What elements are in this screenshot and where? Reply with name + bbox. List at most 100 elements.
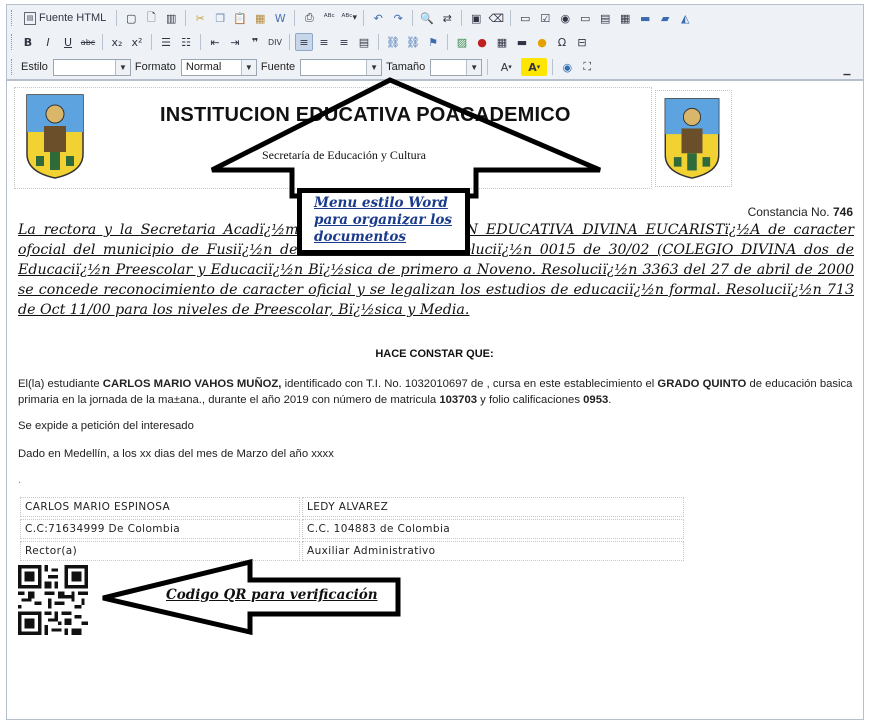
source-html-button[interactable]: ▤ Fuente HTML: [19, 9, 111, 27]
menu-note-text: Menu estilo Word para organizar los docu…: [314, 195, 452, 245]
paste-word-icon[interactable]: W: [271, 9, 289, 27]
templates-icon[interactable]: ▥: [162, 9, 180, 27]
div-icon[interactable]: DIV: [266, 33, 284, 51]
style-select[interactable]: ▼: [52, 58, 131, 76]
source-icon: ▤: [24, 11, 36, 25]
toolbar-collapse-icon[interactable]: ▁: [841, 65, 853, 79]
link-icon[interactable]: ⛓: [384, 33, 402, 51]
toolbar-grip[interactable]: [11, 34, 15, 50]
table-row: Rector(a) Auxiliar Administrativo: [20, 541, 684, 561]
table-cell: C.C:71634999 De Colombia: [20, 519, 300, 539]
anchor-icon[interactable]: ⚑: [424, 33, 442, 51]
button-icon[interactable]: ▬: [636, 9, 654, 27]
table-cell: CARLOS MARIO ESPINOSA: [20, 497, 300, 517]
toolbar-separator: [378, 34, 379, 50]
cut-icon[interactable]: ✂: [191, 9, 209, 27]
strike-icon[interactable]: abc: [79, 33, 97, 51]
document-header: [14, 87, 652, 189]
new-page-icon[interactable]: ▢: [122, 9, 140, 27]
text-color-icon[interactable]: A ▾: [493, 58, 519, 76]
copy-icon[interactable]: ❐: [211, 9, 229, 27]
toolbar-separator: [510, 10, 512, 26]
redo-icon[interactable]: ↷: [389, 9, 407, 27]
certifies-heading: HACE CONSTAR QUE:: [375, 348, 494, 360]
blockquote-icon[interactable]: ❞: [246, 33, 264, 51]
justify-icon[interactable]: ▤: [355, 33, 373, 51]
toolbar-grip[interactable]: [11, 59, 15, 75]
select-all-icon[interactable]: ▣: [467, 9, 485, 27]
maximize-icon[interactable]: ◉: [558, 58, 576, 76]
find-icon[interactable]: 🔍: [418, 9, 436, 27]
spellcheck-icon[interactable]: ᴬᴮᶜ: [320, 9, 338, 27]
preview-icon[interactable]: 🗋: [142, 9, 160, 27]
background-color-icon[interactable]: A ▾: [521, 58, 548, 76]
textarea-icon[interactable]: ▤: [596, 9, 614, 27]
size-select[interactable]: ▼: [430, 58, 483, 76]
toolbar-separator: [487, 59, 489, 75]
indent-icon[interactable]: ⇥: [226, 33, 244, 51]
undo-icon[interactable]: ↶: [369, 9, 387, 27]
replace-icon[interactable]: ⇄: [438, 9, 456, 27]
underline-icon[interactable]: U: [59, 33, 77, 51]
horizontal-rule-icon[interactable]: ▬: [513, 33, 531, 51]
italic-icon[interactable]: I: [39, 33, 57, 51]
print-icon[interactable]: ⎙: [300, 9, 318, 27]
source-html-label: Fuente HTML: [39, 12, 107, 24]
paste-text-icon[interactable]: ▦: [251, 9, 269, 27]
show-blocks-icon[interactable]: ⛶: [578, 58, 596, 76]
table-cell: LEDY ALVAREZ: [302, 497, 684, 517]
toolbar-grip[interactable]: [11, 10, 15, 26]
checkbox-icon[interactable]: ☑: [536, 9, 554, 27]
toolbar-separator: [552, 59, 554, 75]
form-icon[interactable]: ▭: [516, 9, 534, 27]
institution-title: INSTITUCION EDUCATIVA POACADEMICO: [160, 104, 571, 126]
bold-icon[interactable]: B: [19, 33, 37, 51]
align-left-icon[interactable]: ≡: [295, 33, 313, 51]
radio-icon[interactable]: ◉: [556, 9, 574, 27]
font-label: Fuente: [260, 61, 296, 73]
textfield-icon[interactable]: ▭: [576, 9, 594, 27]
folio-number: 0953: [583, 394, 609, 406]
unlink-icon[interactable]: ⛓: [404, 33, 422, 51]
paste-icon[interactable]: 📋: [231, 9, 249, 27]
institution-subtitle: Secretaría de Educación y Cultura: [262, 148, 426, 162]
outdent-icon[interactable]: ⇤: [206, 33, 224, 51]
format-select[interactable]: Normal ▼: [180, 58, 257, 76]
chevron-down-icon[interactable]: ▼: [466, 59, 482, 75]
align-right-icon[interactable]: ≡: [335, 33, 353, 51]
toolbar-separator: [200, 34, 201, 50]
special-char-icon[interactable]: Ω: [553, 33, 571, 51]
remove-format-icon[interactable]: ⌫: [487, 9, 505, 27]
toolbar-separator: [151, 34, 152, 50]
subscript-icon[interactable]: x₂: [108, 33, 126, 51]
superscript-icon[interactable]: x²: [128, 33, 146, 51]
align-center-icon[interactable]: ≡: [315, 33, 333, 51]
toolbar-separator: [412, 10, 414, 26]
chevron-down-icon[interactable]: ▼: [366, 59, 382, 75]
bulleted-list-icon[interactable]: ☷: [177, 33, 195, 51]
format-label: Formato: [134, 61, 176, 73]
table-icon[interactable]: ▦: [493, 33, 511, 51]
chevron-down-icon[interactable]: ▼: [240, 59, 256, 75]
numbered-list-icon[interactable]: ☰: [157, 33, 175, 51]
smiley-icon[interactable]: ●: [533, 33, 551, 51]
select-field-icon[interactable]: ▦: [616, 9, 634, 27]
flash-icon[interactable]: ●: [473, 33, 491, 51]
signatures-table: CARLOS MARIO ESPINOSA LEDY ALVAREZ C.C:7…: [18, 495, 686, 563]
font-select[interactable]: ▼: [300, 58, 383, 76]
style-label: Estilo: [21, 61, 48, 73]
chevron-down-icon[interactable]: ▼: [114, 59, 130, 75]
hidden-field-icon[interactable]: ◭: [676, 9, 694, 27]
spellcheck-as-you-type-icon[interactable]: ᴬᴮᶜ▾: [340, 9, 358, 27]
certificate-number: Constancia No. 746: [748, 205, 853, 219]
institution-logo-left: [26, 94, 84, 179]
student-mid3: y folio calificaciones: [477, 394, 584, 406]
page-break-icon[interactable]: ⊟: [573, 33, 591, 51]
issued-text: Se expide a petición del interesado: [18, 420, 194, 432]
image-icon[interactable]: ▨: [453, 33, 471, 51]
image-button-icon[interactable]: ▰: [656, 9, 674, 27]
table-cell: C.C. 104883 de Colombia: [302, 519, 684, 539]
enrollment-number: 103703: [439, 394, 478, 406]
dot-line: .: [18, 474, 22, 486]
toolbar-separator: [447, 34, 448, 50]
